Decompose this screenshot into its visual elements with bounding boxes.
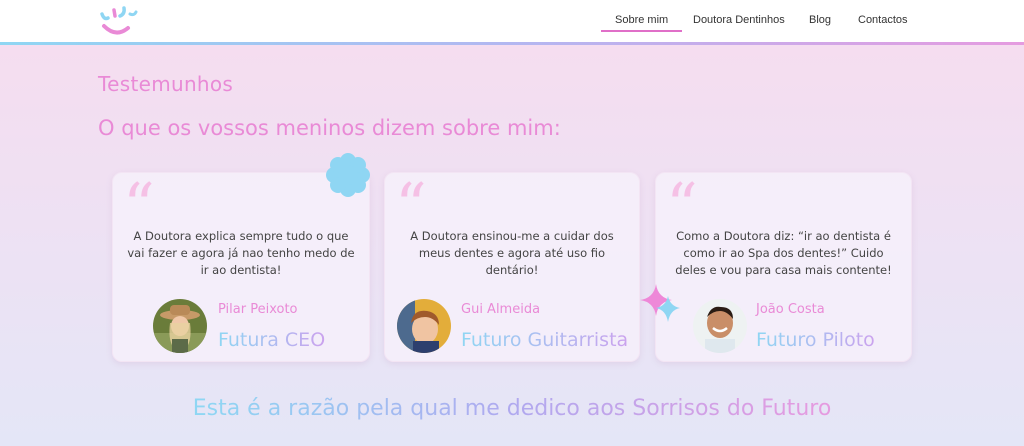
- testimonial-card: “ Como a Doutora diz: “ir ao dentista é …: [655, 172, 912, 362]
- flower-decoration-icon: [326, 153, 370, 197]
- nav-link-doutora-dentinhos[interactable]: Doutora Dentinhos: [693, 14, 785, 26]
- nav-link-sobre-mim[interactable]: Sobre mim: [600, 14, 683, 32]
- footer-tagline: Esta é a razão pela qual me dedico aos S…: [0, 396, 1024, 421]
- person-role: Futura CEO: [218, 329, 326, 351]
- nav-link-contactos[interactable]: Contactos: [858, 14, 908, 26]
- sparkle-decoration-icon: [640, 284, 680, 322]
- testimonial-text: A Doutora ensinou-me a cuidar dos meus d…: [410, 229, 614, 277]
- person-name: João Costa: [756, 302, 825, 317]
- person-role: Futuro Guitarrista: [461, 329, 629, 351]
- header-bar: Sobre mim Doutora Dentinhos Blog Contact…: [0, 0, 1024, 42]
- testimonial-card: “ A Doutora explica sempre tudo o que va…: [112, 172, 370, 362]
- person-role: Futuro Piloto: [756, 329, 875, 351]
- testimonial-card: “ A Doutora ensinou-me a cuidar dos meus…: [384, 172, 640, 362]
- main-nav: Sobre mim Doutora Dentinhos Blog Contact…: [0, 14, 1024, 34]
- section-subtitle: O que os vossos meninos dizem sobre mim:: [98, 116, 561, 140]
- child-boy-avatar: [397, 299, 451, 353]
- testimonial-text: Como a Doutora diz: “ir ao dentista é co…: [675, 229, 892, 277]
- child-boy-smiling-avatar: [693, 299, 747, 353]
- header-gradient-divider: [0, 42, 1024, 45]
- child-girl-hat-avatar: [153, 299, 207, 353]
- person-name: Gui Almeida: [461, 302, 541, 317]
- testimonial-text: A Doutora explica sempre tudo o que vai …: [127, 229, 355, 277]
- nav-link-blog[interactable]: Blog: [809, 14, 831, 26]
- person-name: Pilar Peixoto: [218, 302, 298, 317]
- section-title: Testemunhos: [98, 72, 234, 96]
